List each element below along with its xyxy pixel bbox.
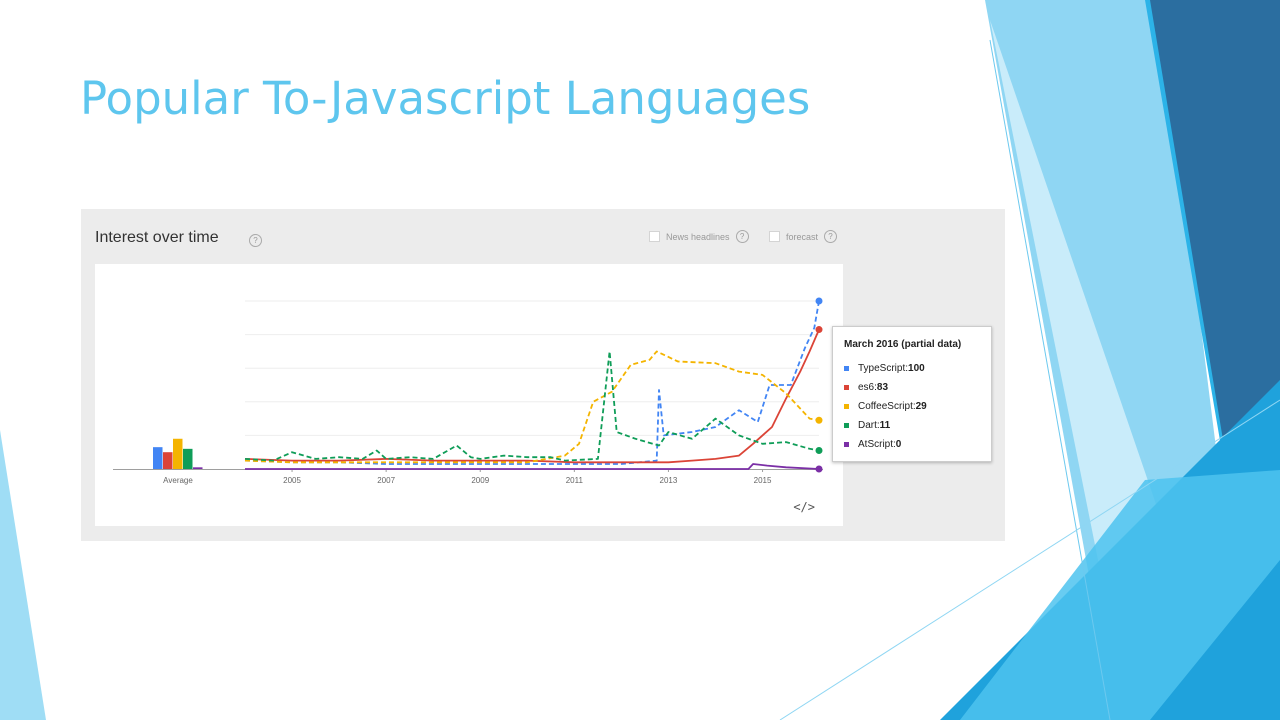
average-bar [153,447,163,469]
panel-title: Interest over time [95,229,219,246]
tooltip-value: 83 [876,382,889,393]
legend-swatch [844,366,849,371]
legend-swatch [844,423,849,428]
tooltip-label: AtScript: [858,439,896,450]
tooltip-title: March 2016 (partial data) [844,339,962,350]
series-line-atscript [245,463,820,470]
series-point-typescript [815,297,823,305]
x-tick-label: 2007 [377,476,395,485]
news-headlines-label: News headlines [666,231,730,242]
decor-left-sliver [0,430,46,720]
forecast-checkbox[interactable] [769,231,780,242]
chart-area: 2005 2007 2009 2011 2013 2015 Average </> [95,264,843,526]
series-point-dart [815,447,823,455]
series-point-atscript [815,465,823,473]
tooltip-row-typescript: TypeScript: 100 [844,363,925,374]
average-bar [183,448,193,469]
series-line-es6 [244,329,820,464]
tooltip-value: 29 [915,401,927,412]
tooltip-label: Dart: [858,420,880,431]
tooltip-value: 0 [895,439,902,450]
average-bar [173,438,183,469]
forecast-label: forecast [786,231,819,242]
slide-title: Popular To-Javascript Languages [80,72,811,125]
tooltip-label: es6: [858,382,877,393]
help-icon[interactable]: ? [824,230,838,243]
series-point-es6 [815,326,823,334]
help-icon[interactable]: ? [735,230,749,243]
tooltip-value: 11 [879,420,891,431]
series-point-coffeescript [815,416,823,424]
x-tick-label: 2009 [471,476,489,485]
tooltip-row-coffeescript: CoffeeScript: 29 [844,401,927,412]
help-icon[interactable]: ? [249,234,262,247]
tooltip-label: CoffeeScript: [858,401,916,412]
interest-chart: 2005 2007 2009 2011 2013 2015 Average [113,297,823,485]
x-tick-label: 2015 [754,476,772,485]
legend-swatch [844,442,849,447]
x-tick-label: 2013 [660,476,678,485]
chart-tooltip: March 2016 (partial data) TypeScript: 10… [832,326,992,462]
forecast-option[interactable]: forecast ? [769,230,838,243]
average-bar [193,467,203,469]
tooltip-row-es6: es6: 83 [844,382,888,393]
x-tick-label: 2011 [566,476,584,485]
tooltip-label: TypeScript: [858,363,909,374]
embed-code-icon[interactable]: </> [793,500,815,514]
average-label: Average [163,476,193,485]
news-headlines-checkbox[interactable] [649,231,660,242]
tooltip-value: 100 [908,363,925,374]
tooltip-row-dart: Dart: 11 [844,420,890,431]
legend-swatch [844,385,849,390]
x-tick-label: 2005 [283,476,301,485]
news-headlines-option[interactable]: News headlines ? [649,230,749,243]
average-bar [163,452,173,469]
series-line-typescript [244,300,820,465]
legend-swatch [844,404,849,409]
tooltip-row-atscript: AtScript: 0 [844,439,901,450]
